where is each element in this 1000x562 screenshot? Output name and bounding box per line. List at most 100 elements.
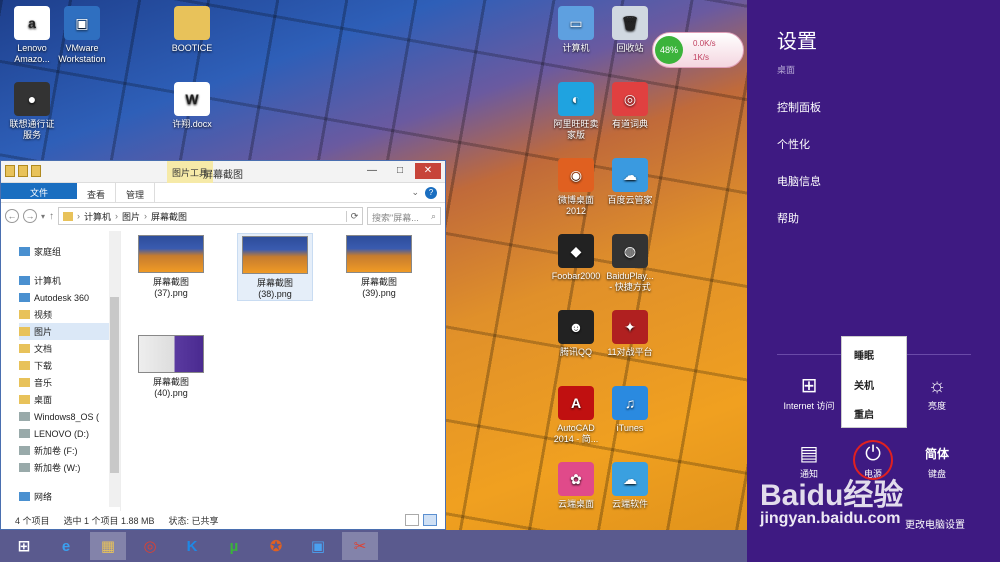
nav-item[interactable]: 计算机 [19, 272, 109, 289]
remote-desktop-taskbar-button[interactable]: ▣ [300, 532, 336, 560]
nav-item[interactable]: 视频 [19, 306, 109, 323]
snipping-tool-taskbar-button[interactable]: ✂ [342, 532, 378, 560]
up-arrow-icon[interactable]: ↑ [49, 211, 54, 222]
chrome-taskbar-button[interactable]: ◎ [132, 532, 168, 560]
sleep-menu-item[interactable]: 睡眠 [854, 347, 874, 362]
baidu-jingyan-watermark: Baidu经验 [760, 479, 904, 512]
image-thumbnail [138, 335, 204, 373]
nav-item[interactable]: 网络 [19, 488, 109, 505]
desktop-shortcut[interactable]: ✦ 11对战平台 [598, 310, 662, 358]
help-icon[interactable]: ? [425, 187, 437, 199]
maximize-button[interactable]: □ [387, 163, 413, 179]
desktop-shortcut[interactable]: ◍ BaiduPlay... - 快捷方式 [598, 234, 662, 293]
chrome-icon: ◎ [143, 538, 157, 555]
nav-item[interactable]: 桌面 [19, 391, 109, 408]
desktop-shortcut[interactable]: ◎ 有道词典 [598, 82, 662, 130]
nav-item[interactable]: 音乐 [19, 374, 109, 391]
tab-manage[interactable]: 管理 [115, 183, 156, 202]
app-taskbar-button[interactable]: ✪ [258, 532, 294, 560]
desktop-shortcut[interactable]: ▣ VMware Workstation [50, 6, 114, 65]
recycle-bin-icon: 🗑 [612, 6, 648, 40]
desktop-shortcut[interactable]: ● 联想通行证 服务 [0, 82, 64, 141]
nav-item-label: 新加卷 (W:) [34, 463, 81, 473]
search-icon: ⌕ [430, 211, 436, 221]
keyboard-button[interactable]: 简体 键盘 [905, 441, 969, 480]
nav-item[interactable]: 文档 [19, 340, 109, 357]
restart-menu-item[interactable]: 重启 [854, 406, 874, 421]
snipping-tool-icon: ✂ [353, 538, 367, 555]
address-bar[interactable]: › 计算机 › 图片 › 屏幕截图 ⟳ [58, 207, 363, 225]
nav-item[interactable]: 图片 [19, 323, 109, 340]
chevron-down-icon[interactable]: ▾ [41, 212, 45, 221]
breadcrumb-screenshots[interactable]: 屏幕截图 [151, 210, 187, 223]
desktop-shortcut[interactable]: W 许翔.docx [160, 82, 224, 130]
close-button[interactable]: ✕ [415, 163, 441, 179]
file-item[interactable]: 屏幕截图 (40).png [133, 333, 209, 399]
nav-item-label: 图片 [34, 327, 53, 337]
desktop-shortcut-label: 百度云管家 [607, 195, 653, 205]
file-explorer-taskbar-button[interactable]: ▦ [90, 532, 126, 560]
file-name: 屏幕截图 (39).png [360, 277, 397, 298]
internet-explorer-taskbar-button[interactable]: e [48, 532, 84, 560]
network-speed-widget[interactable]: 48% 0.0K/s 1K/s [652, 32, 744, 68]
refresh-icon[interactable]: ⟳ [346, 210, 362, 222]
title-bar[interactable]: 图片工具 屏幕截图 — □ ✕ [1, 161, 445, 183]
nav-item[interactable]: LENOVO (D:) [19, 425, 109, 442]
file-item[interactable]: 屏幕截图 (39).png [341, 233, 417, 299]
minimize-button[interactable]: — [359, 163, 385, 179]
tab-file[interactable]: 文件 [1, 183, 77, 199]
nav-item[interactable]: 家庭组 [19, 243, 109, 260]
11-platform-icon: ✦ [612, 310, 648, 344]
nav-item-label: 桌面 [34, 395, 53, 405]
tab-view[interactable]: 查看 [77, 183, 115, 202]
breadcrumb-pictures[interactable]: 图片 [122, 210, 140, 223]
settings-title: 设置 [777, 31, 817, 53]
youdao-dict-icon: ◎ [612, 82, 648, 116]
desktop-shortcut[interactable]: BOOTICE [160, 6, 224, 54]
nav-item[interactable]: 下载 [19, 357, 109, 374]
windows-start-taskbar-button[interactable]: ⊞ [6, 532, 42, 560]
brightness-button[interactable]: ☼ 亮度 [905, 373, 969, 412]
brightness-icon: ☼ [927, 375, 947, 397]
utorrent-taskbar-button[interactable]: µ [216, 532, 252, 560]
nav-item-label: Autodesk 360 [34, 292, 90, 303]
location-icon [19, 492, 30, 501]
personalization-link[interactable]: 个性化 [777, 136, 810, 152]
large-icons-view-button[interactable] [423, 514, 437, 526]
desktop-shortcut[interactable]: ♫ iTunes [598, 386, 662, 434]
baidu-player-icon: ◍ [612, 234, 648, 268]
desktop-shortcut-label: BOOTICE [171, 43, 213, 53]
forward-icon[interactable]: → [23, 209, 37, 223]
nav-item[interactable]: Autodesk 360 [19, 289, 109, 306]
nav-item-label: 文档 [34, 344, 53, 354]
nav-scrollbar[interactable] [109, 231, 120, 507]
nav-item[interactable]: 新加卷 (F:) [19, 442, 109, 459]
shutdown-menu-item[interactable]: 关机 [854, 377, 874, 392]
amazon-icon: a [14, 6, 50, 40]
breadcrumb-computer[interactable]: 计算机 [84, 210, 111, 223]
nav-item[interactable]: Windows8_OS ( [19, 408, 109, 425]
notifications-icon: ▤ [799, 443, 819, 465]
network-button[interactable]: ⊞ Internet 访问 [777, 373, 841, 412]
desktop-shortcut[interactable]: ☁ 云端软件 [598, 462, 662, 510]
search-input[interactable]: 搜索"屏幕... ⌕ [367, 207, 441, 225]
back-icon[interactable]: ← [5, 209, 19, 223]
folder-icon [19, 327, 30, 336]
desktop-shortcut[interactable]: ☁ 百度云管家 [598, 158, 662, 206]
details-view-button[interactable] [405, 514, 419, 526]
pc-info-link[interactable]: 电脑信息 [777, 173, 821, 189]
k-player-taskbar-button[interactable]: K [174, 532, 210, 560]
nav-item[interactable]: 新加卷 (W:) [19, 459, 109, 476]
power-menu: 睡眠 关机 重启 [841, 336, 907, 428]
chevron-down-icon[interactable]: ⌄ [411, 187, 419, 202]
file-item[interactable]: 屏幕截图 (37).png [133, 233, 209, 299]
navigation-pane: 家庭组计算机 Autodesk 360 视频图片文档下载 音乐桌面 Windows8_O… [1, 231, 121, 511]
change-pc-settings-link[interactable]: 更改电脑设置 [905, 516, 965, 531]
file-item[interactable]: 屏幕截图 (38).png [237, 233, 313, 301]
search-placeholder: 搜索"屏幕... [372, 213, 419, 223]
control-panel-link[interactable]: 控制面板 [777, 99, 821, 115]
item-count: 4 个项目 [15, 515, 50, 526]
ribbon-tabs: 文件 主页 共享 查看 管理 ⌄ ? [1, 183, 445, 203]
help-link[interactable]: 帮助 [777, 210, 799, 226]
taskbar: ⊞ e ▦ ◎ Kµ ✪ ▣ ✂ [0, 530, 747, 562]
